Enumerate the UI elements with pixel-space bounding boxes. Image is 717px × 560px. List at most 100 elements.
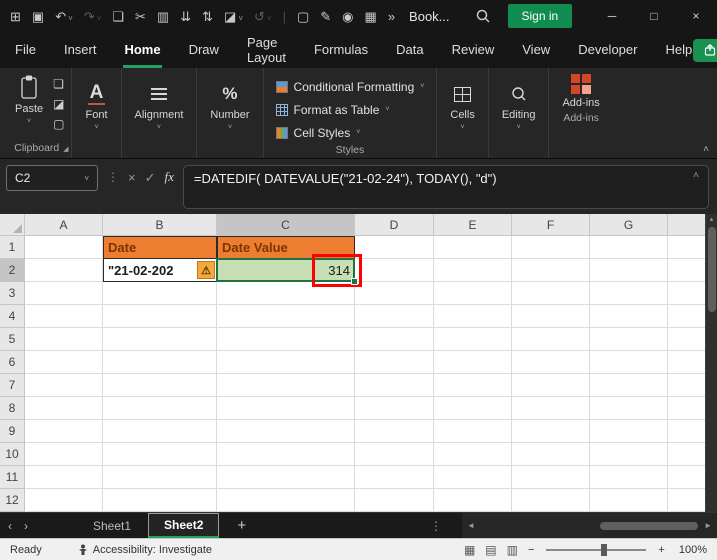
search-icon[interactable]	[476, 9, 490, 23]
cell-E4[interactable]	[434, 305, 512, 328]
zoom-level[interactable]: 100%	[679, 544, 707, 556]
menu-item-draw[interactable]: Draw	[188, 32, 220, 68]
table-icon[interactable]: ▦	[365, 10, 377, 23]
scroll-right-icon[interactable]: ►	[704, 521, 712, 530]
cell-D1[interactable]	[355, 236, 434, 259]
cell-G11[interactable]	[590, 466, 668, 489]
cell-C5[interactable]	[217, 328, 355, 351]
scroll-up-icon[interactable]: ▴	[710, 215, 714, 225]
paste-special-button[interactable]: ▢	[53, 117, 64, 131]
row-header-3[interactable]: 3	[0, 282, 25, 305]
fill-handle[interactable]	[351, 278, 358, 285]
addins-button[interactable]: Add-ins	[556, 71, 605, 112]
error-warning-icon[interactable]: ⚠	[197, 261, 215, 279]
cell-G7[interactable]	[590, 374, 668, 397]
cell-A5[interactable]	[25, 328, 103, 351]
cell-B11[interactable]	[103, 466, 217, 489]
column-header-F[interactable]: F	[512, 214, 590, 236]
format-painter-button[interactable]: ◪	[53, 97, 64, 111]
row-header-12[interactable]: 12	[0, 489, 25, 512]
cell-D6[interactable]	[355, 351, 434, 374]
redo-button[interactable]: ↷ ˅	[84, 10, 102, 23]
cell-B12[interactable]	[103, 489, 217, 512]
cell-E3[interactable]	[434, 282, 512, 305]
cell-F3[interactable]	[512, 282, 590, 305]
horizontal-scrollbar[interactable]: ◄ ►	[462, 513, 717, 538]
alignment-button[interactable]: Alignment ˅	[129, 79, 190, 134]
menu-item-help[interactable]: Help	[664, 32, 693, 68]
menu-item-formulas[interactable]: Formulas	[313, 32, 369, 68]
scroll-left-icon[interactable]: ◄	[467, 521, 475, 530]
cell-G10[interactable]	[590, 443, 668, 466]
pin-icon[interactable]: ✎	[320, 10, 331, 23]
menu-item-developer[interactable]: Developer	[577, 32, 638, 68]
chart-icon[interactable]: ▥	[157, 10, 169, 23]
cell-A6[interactable]	[25, 351, 103, 374]
cell-G6[interactable]	[590, 351, 668, 374]
column-header-A[interactable]: A	[25, 214, 103, 236]
document-icon[interactable]: ▢	[297, 10, 309, 23]
menu-item-file[interactable]: File	[14, 32, 37, 68]
sort-descending-icon[interactable]: ⇅	[202, 10, 213, 23]
cell-B4[interactable]	[103, 305, 217, 328]
expand-formula-bar-icon[interactable]: ˄	[693, 170, 699, 181]
cell-A7[interactable]	[25, 374, 103, 397]
cell-D4[interactable]	[355, 305, 434, 328]
vertical-scrollbar[interactable]: ▴	[705, 214, 717, 512]
sheet-options-icon[interactable]: ⋮	[430, 519, 442, 533]
fill-color-button[interactable]: ◪ ˅	[224, 10, 243, 23]
cell-F1[interactable]	[512, 236, 590, 259]
column-header-D[interactable]: D	[355, 214, 434, 236]
copy-icon[interactable]: ❏	[112, 10, 124, 23]
menu-item-data[interactable]: Data	[395, 32, 424, 68]
row-header-8[interactable]: 8	[0, 397, 25, 420]
cell-D7[interactable]	[355, 374, 434, 397]
cell-A4[interactable]	[25, 305, 103, 328]
sign-in-button[interactable]: Sign in	[507, 4, 573, 28]
row-header-11[interactable]: 11	[0, 466, 25, 489]
row-header-6[interactable]: 6	[0, 351, 25, 374]
cell-E9[interactable]	[434, 420, 512, 443]
cell-E5[interactable]	[434, 328, 512, 351]
menu-item-home[interactable]: Home	[123, 32, 162, 68]
cell-E6[interactable]	[434, 351, 512, 374]
save-icon[interactable]: ▣	[32, 10, 44, 23]
zoom-slider[interactable]	[546, 543, 647, 556]
zoom-out-icon[interactable]: −	[528, 544, 534, 556]
select-all-corner[interactable]	[0, 214, 25, 236]
cell-G1[interactable]	[590, 236, 668, 259]
page-break-view-icon[interactable]: ▥	[507, 543, 518, 557]
column-header-C[interactable]: C	[217, 214, 355, 236]
sheet-tab-sheet2[interactable]: Sheet2	[148, 513, 220, 538]
paste-button[interactable]: Paste ˅	[9, 71, 49, 128]
cell-F2[interactable]	[512, 259, 590, 282]
cell-C7[interactable]	[217, 374, 355, 397]
cut-icon[interactable]: ✂	[135, 10, 146, 23]
cell-D9[interactable]	[355, 420, 434, 443]
document-title[interactable]: Book...	[409, 9, 449, 24]
cell-G2[interactable]	[590, 259, 668, 282]
cell-C10[interactable]	[217, 443, 355, 466]
cell-A2[interactable]	[25, 259, 103, 282]
cell-D10[interactable]	[355, 443, 434, 466]
more-commands-icon[interactable]: »	[388, 10, 395, 23]
cell-B7[interactable]	[103, 374, 217, 397]
cancel-icon[interactable]: ×	[128, 170, 136, 185]
cell-C11[interactable]	[217, 466, 355, 489]
cell-C3[interactable]	[217, 282, 355, 305]
cell-A1[interactable]	[25, 236, 103, 259]
cell-D2[interactable]	[355, 259, 434, 282]
cells-button[interactable]: Cells ˅	[444, 79, 480, 134]
formula-input[interactable]: =DATEDIF( DATEVALUE("21-02-24"), TODAY()…	[182, 165, 709, 209]
cell-A12[interactable]	[25, 489, 103, 512]
cell-E8[interactable]	[434, 397, 512, 420]
undo-history-button[interactable]: ↺ ˅	[254, 10, 272, 23]
cell-F4[interactable]	[512, 305, 590, 328]
cell-B1[interactable]: Date	[103, 236, 217, 259]
menu-item-page-layout[interactable]: Page Layout	[246, 32, 287, 68]
cell-F7[interactable]	[512, 374, 590, 397]
collapse-ribbon-icon[interactable]: ˄	[703, 144, 709, 155]
editing-button[interactable]: Editing ˅	[496, 79, 542, 134]
cell-E12[interactable]	[434, 489, 512, 512]
cell-F6[interactable]	[512, 351, 590, 374]
